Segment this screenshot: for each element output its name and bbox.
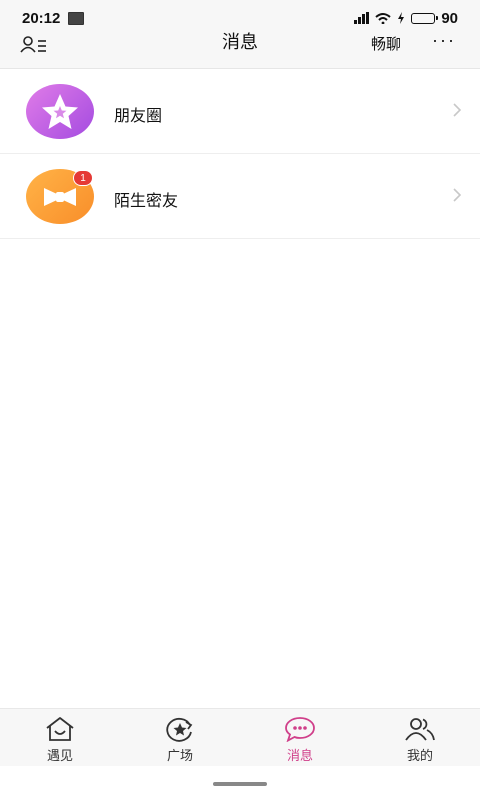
tab-label: 遇见: [46, 748, 73, 763]
tab-messages[interactable]: 消息: [240, 709, 360, 766]
status-icons: 90: [354, 10, 458, 27]
unread-badge: 1: [73, 170, 93, 186]
charging-icon: [398, 12, 405, 24]
home-smile-icon: [46, 717, 74, 741]
top-nav-bar: 消息 畅聊 ···: [0, 30, 480, 69]
news-icon: [68, 11, 85, 25]
tab-label: 消息: [286, 748, 313, 763]
list-item-label: 朋友圈: [114, 108, 163, 125]
more-menu-button[interactable]: ···: [432, 30, 456, 51]
wifi-icon: [375, 13, 391, 24]
chevron-right-icon: [453, 103, 462, 117]
battery-icon: [411, 12, 439, 24]
chat-bubble-icon: [285, 717, 315, 742]
status-bar: 20:12 90: [0, 0, 480, 36]
battery-level: 90: [441, 9, 458, 27]
tab-mine[interactable]: 我的: [360, 709, 480, 766]
bottom-tab-bar: 遇见 广场 消息 我的: [0, 708, 480, 766]
moments-avatar: [26, 84, 94, 139]
tab-label: 广场: [166, 748, 193, 763]
tab-meet[interactable]: 遇见: [0, 709, 120, 766]
page-title: 消息: [222, 32, 258, 52]
tab-label: 我的: [406, 748, 433, 763]
star-icon: [42, 94, 78, 129]
message-list: 朋友圈 1 陌生密友: [0, 69, 480, 239]
people-icon: [405, 718, 435, 741]
list-item-moments[interactable]: 朋友圈: [0, 69, 480, 154]
status-time: 20:12: [22, 9, 61, 27]
signal-icon: [354, 12, 370, 24]
list-item-stranger-friends[interactable]: 1 陌生密友: [0, 154, 480, 239]
home-indicator[interactable]: [213, 782, 267, 786]
tab-plaza[interactable]: 广场: [120, 709, 240, 766]
chevron-right-icon: [453, 188, 462, 202]
list-item-label: 陌生密友: [114, 193, 179, 210]
refresh-star-icon: [166, 717, 193, 742]
chat-button[interactable]: 畅聊: [371, 33, 401, 54]
